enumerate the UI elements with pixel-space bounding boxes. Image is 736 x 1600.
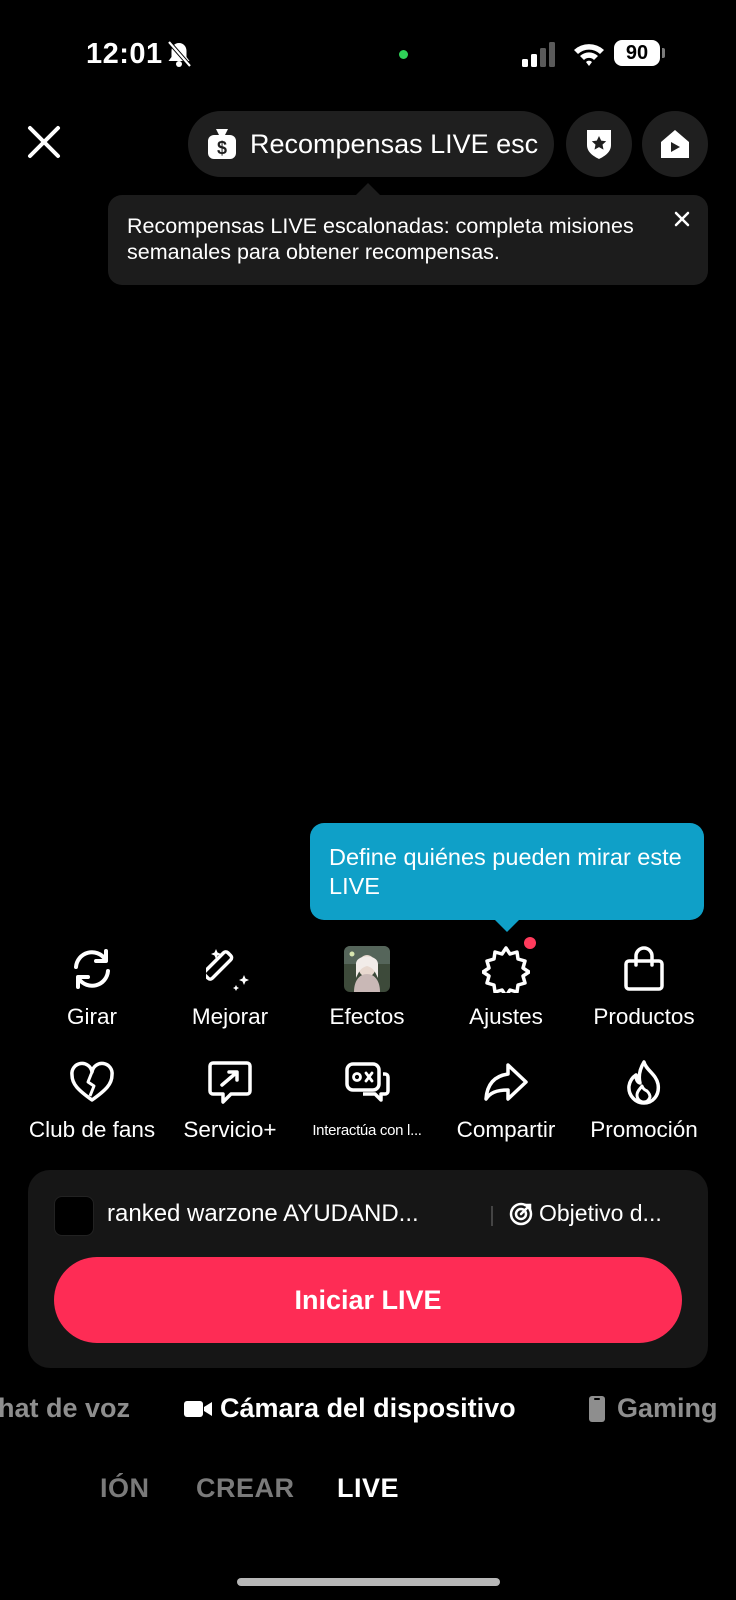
status-time: 12:01 <box>86 38 163 70</box>
live-center-button[interactable] <box>642 111 708 177</box>
close-icon <box>28 126 60 158</box>
gear-icon <box>482 946 530 993</box>
audience-tooltip: Define quiénes pueden mirar este LIVE <box>310 823 704 932</box>
shopping-bag-icon <box>624 946 664 991</box>
rewards-tooltip-text: Recompensas LIVE escalonadas: completa m… <box>127 214 634 264</box>
shield-button[interactable] <box>566 111 632 177</box>
flame-icon <box>627 1060 661 1105</box>
tooltip-close-icon[interactable] <box>670 207 694 231</box>
tool-ajustes[interactable]: Ajustes <box>436 937 576 1033</box>
source-label: Cámara del dispositivo <box>220 1393 516 1423</box>
target-icon <box>509 1202 533 1225</box>
source-label: Gaming <box>617 1393 718 1423</box>
dollar-bag-icon: $ <box>208 129 236 159</box>
battery-indicator: 90 <box>614 40 666 68</box>
mode-live[interactable]: LIVE <box>337 1473 399 1504</box>
tool-label: Servicio+ <box>183 1117 277 1142</box>
close-button[interactable] <box>22 120 66 164</box>
audience-tooltip-text: Define quiénes pueden mirar este LIVE <box>329 844 682 899</box>
live-rewards-pill[interactable]: $ Recompensas LIVE esc <box>188 111 554 177</box>
game-chat-icon <box>345 1062 390 1102</box>
live-setup-panel: ranked warzone AYUDAND... Objetivo d... … <box>28 1170 708 1368</box>
home-play-icon <box>661 130 689 158</box>
tool-interactua[interactable]: Interactúa con l... <box>297 1056 437 1146</box>
mode-crear[interactable]: CREAR <box>196 1473 295 1504</box>
phone-icon <box>589 1395 605 1422</box>
notification-dot <box>524 937 536 949</box>
cover-thumbnail[interactable] <box>54 1196 94 1236</box>
svg-text:$: $ <box>217 138 227 158</box>
tool-promocion[interactable]: Promoción <box>574 1056 714 1146</box>
magic-wand-icon <box>206 949 249 991</box>
wifi-icon <box>574 44 604 66</box>
heart-icon <box>70 1061 114 1102</box>
tool-label: Compartir <box>456 1117 556 1142</box>
tool-label: Productos <box>593 1004 695 1029</box>
tool-label: Girar <box>67 1004 117 1029</box>
tool-productos[interactable]: Productos <box>574 943 714 1033</box>
camera-in-use-indicator <box>399 50 408 59</box>
rotate-icon <box>74 949 110 989</box>
goal-button[interactable]: Objetivo d... <box>509 1200 662 1227</box>
star-shield-icon <box>587 130 611 159</box>
cellular-signal-icon <box>522 42 555 67</box>
share-icon <box>484 1063 528 1101</box>
home-indicator[interactable] <box>237 1578 500 1586</box>
tool-club-de-fans[interactable]: Club de fans <box>22 1056 162 1146</box>
divider <box>491 1206 493 1226</box>
start-live-button[interactable]: Iniciar LIVE <box>54 1257 682 1343</box>
tool-label: Ajustes <box>469 1004 543 1029</box>
tool-mejorar[interactable]: Mejorar <box>160 943 300 1033</box>
tool-label: Club de fans <box>28 1117 156 1142</box>
rewards-tooltip: Recompensas LIVE escalonadas: completa m… <box>108 183 708 285</box>
tool-servicio-plus[interactable]: Servicio+ <box>160 1056 300 1146</box>
source-gaming[interactable]: Gaming <box>589 1393 718 1424</box>
source-label: hat de voz <box>0 1393 131 1423</box>
goal-label: Objetivo d... <box>539 1200 662 1226</box>
tool-label: Interactúa con l... <box>312 1122 422 1139</box>
tool-label: Efectos <box>329 1004 405 1029</box>
source-voice-chat[interactable]: hat de voz <box>0 1393 130 1424</box>
source-device-camera[interactable]: Cámara del dispositivo <box>184 1393 516 1424</box>
bell-muted-icon <box>167 40 192 68</box>
tool-label: Mejorar <box>191 1004 269 1029</box>
tool-efectos[interactable]: Efectos <box>297 943 437 1033</box>
mode-publicacion[interactable]: IÓN <box>100 1473 150 1504</box>
tool-girar[interactable]: Girar <box>22 943 162 1033</box>
live-rewards-label: Recompensas LIVE esc <box>250 128 539 159</box>
service-icon <box>208 1061 252 1104</box>
video-camera-icon <box>184 1400 212 1417</box>
battery-level: 90 <box>614 40 660 66</box>
effect-thumbnail <box>344 946 390 992</box>
tool-compartir[interactable]: Compartir <box>436 1056 576 1146</box>
tool-label: Promoción <box>590 1117 698 1142</box>
live-title[interactable]: ranked warzone AYUDAND... <box>107 1200 467 1228</box>
